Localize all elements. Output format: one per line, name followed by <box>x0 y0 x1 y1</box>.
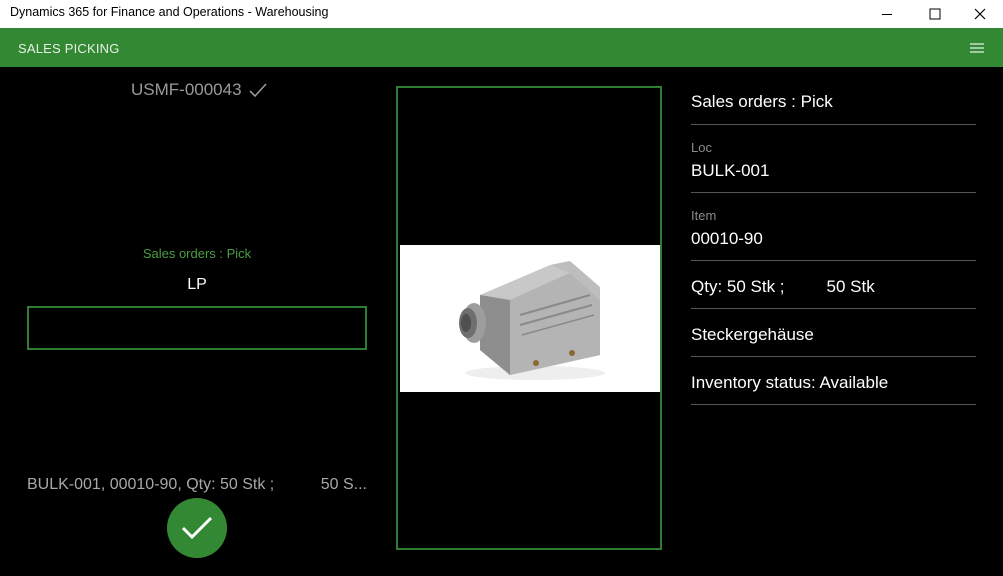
hamburger-menu-button[interactable] <box>962 34 992 62</box>
location-label: Loc <box>691 140 712 155</box>
lp-field-label: LP <box>187 276 207 293</box>
maximize-icon <box>929 8 941 20</box>
item-row: Item 00010-90 <box>691 193 976 261</box>
close-button[interactable] <box>957 0 1003 28</box>
minimize-icon <box>882 14 892 15</box>
confirm-button[interactable] <box>167 498 227 558</box>
work-id-text: USMF-000043 <box>131 80 242 99</box>
window-title-bar: Dynamics 365 for Finance and Operations … <box>0 0 1003 28</box>
work-id: USMF-000043 <box>131 80 268 100</box>
item-label: Item <box>691 208 717 223</box>
details-header: Sales orders : Pick <box>691 86 976 125</box>
connector-housing-illustration <box>459 261 605 380</box>
quantity-row: Qty: 50 Stk ; 50 Stk <box>691 261 976 309</box>
quantity-unit-value: 50 Stk <box>826 277 875 296</box>
minimize-button[interactable] <box>864 0 910 28</box>
quantity-value: Qty: 50 Stk ; <box>691 277 785 296</box>
window-title: Dynamics 365 for Finance and Operations … <box>10 5 329 19</box>
location-row: Loc BULK-001 <box>691 125 976 193</box>
pick-summary-qty: 50 S... <box>320 476 367 493</box>
close-icon <box>974 8 986 20</box>
pick-summary: BULK-001, 00010-90, Qty: 50 Stk ; 50 S..… <box>27 476 367 494</box>
checkmark-icon <box>248 83 267 98</box>
location-value: BULK-001 <box>691 161 770 180</box>
product-image <box>400 245 660 392</box>
item-value: 00010-90 <box>691 229 763 248</box>
inventory-status-row: Inventory status: Available <box>691 357 976 405</box>
product-image-frame <box>396 86 662 550</box>
pick-summary-text: BULK-001, 00010-90, Qty: 50 Stk ; <box>27 476 275 493</box>
app-header: SALES PICKING <box>0 28 1003 67</box>
description-row: Steckergehäuse <box>691 309 976 357</box>
hamburger-menu-icon <box>970 43 984 53</box>
lp-input[interactable] <box>27 306 367 350</box>
maximize-button[interactable] <box>912 0 958 28</box>
ok-checkmark-icon <box>181 516 213 540</box>
step-subtitle: Sales orders : Pick <box>142 246 252 261</box>
app-title: SALES PICKING <box>18 41 120 56</box>
details-panel: Sales orders : Pick Loc BULK-001 Item 00… <box>691 86 976 405</box>
